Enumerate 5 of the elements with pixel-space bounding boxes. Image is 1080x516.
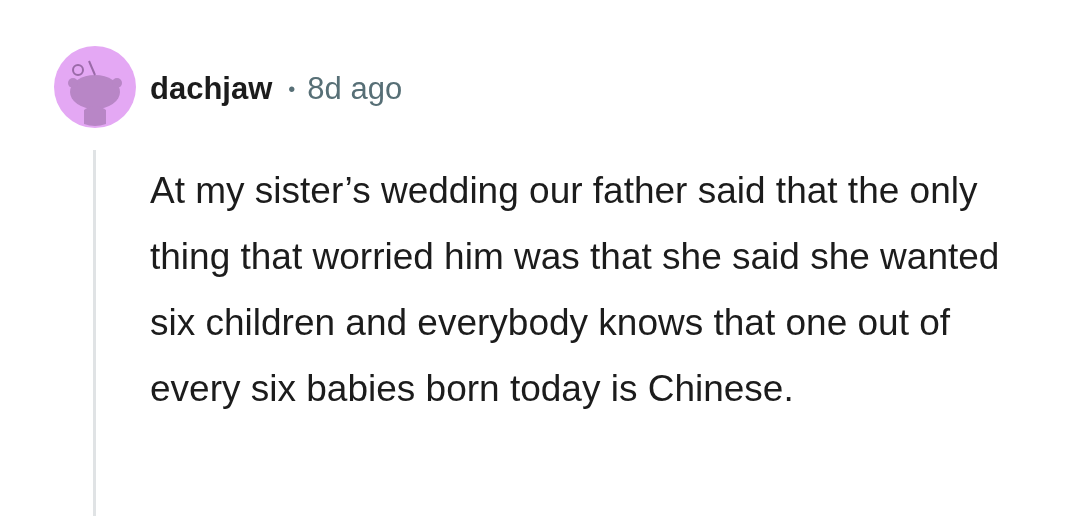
avatar-icon — [54, 46, 136, 128]
timestamp: 8d ago — [307, 71, 403, 107]
username[interactable]: dachjaw — [150, 71, 273, 107]
separator-dot: • — [288, 77, 296, 101]
comment-text: At my sister’s wedding our father said that the only thing that worried him was that she said she wanted six children and everybody knows that one out of every six babies born today is Chinese. — [150, 169, 1001, 411]
